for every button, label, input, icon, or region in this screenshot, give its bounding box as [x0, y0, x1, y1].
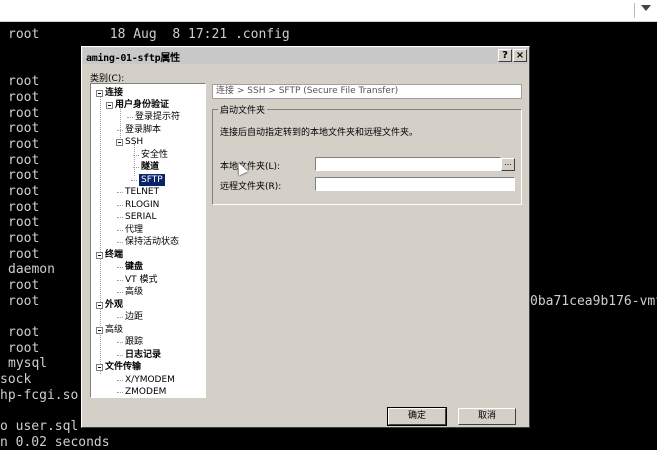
breadcrumb: 连接 > SSH > SFTP (Secure File Transfer): [212, 84, 522, 99]
dialog-title: aming-01-sftp属性: [86, 53, 180, 64]
terminal-line: root: [8, 137, 40, 152]
tree-item[interactable]: 跟踪: [125, 336, 143, 348]
help-button[interactable]: ?: [498, 49, 512, 62]
terminal-line: root: [8, 325, 40, 340]
tree-item[interactable]: X/YMODEM: [125, 374, 175, 386]
tree-item[interactable]: 日志记录: [125, 349, 161, 361]
tree-item[interactable]: 终端: [105, 249, 123, 261]
tree-collapse-icon[interactable]: [96, 302, 103, 309]
terminal-line: root: [8, 231, 40, 246]
terminal-line: root: [8, 106, 40, 121]
tree-item[interactable]: 边距: [125, 311, 143, 323]
tree-item[interactable]: 外观: [105, 299, 123, 311]
tree-item[interactable]: 隧道: [141, 161, 159, 173]
terminal-line: daemon: [8, 262, 55, 277]
terminal-line: 0ba71cea9b176-vmt: [530, 294, 657, 309]
tree-collapse-icon[interactable]: [96, 364, 103, 371]
tree-item[interactable]: 保持活动状态: [125, 236, 179, 248]
tree-item[interactable]: 代理: [125, 224, 143, 236]
terminal-line: root: [8, 200, 40, 215]
dialog-titlebar[interactable]: aming-01-sftp属性 ? ×: [83, 48, 528, 64]
terminal-line: n 0.02 seconds: [0, 435, 110, 450]
tree-item[interactable]: 连接: [105, 87, 123, 99]
tree-collapse-icon[interactable]: [96, 90, 103, 97]
terminal-line: root: [8, 90, 40, 105]
remote-folder-input[interactable]: [315, 177, 515, 191]
close-button[interactable]: ×: [513, 49, 527, 62]
terminal-line: hp-fcgi.so: [0, 388, 79, 403]
terminal-line: root: [8, 74, 40, 89]
cancel-button[interactable]: 取消: [458, 408, 516, 425]
tree-item[interactable]: 登录提示符: [135, 111, 180, 123]
tree-collapse-icon[interactable]: [96, 252, 103, 259]
tree-item[interactable]: SFTP: [139, 174, 165, 186]
tree-item[interactable]: TELNET: [125, 186, 159, 198]
toolbar-separator: [634, 3, 635, 18]
local-folder-label: 本地文件夹(L):: [220, 162, 281, 172]
tree-item[interactable]: ZMODEM: [125, 386, 166, 397]
tree-item[interactable]: 高级: [125, 286, 143, 298]
terminal-line: root: [8, 215, 40, 230]
terminal-line: root: [8, 184, 40, 199]
dropdown-arrow-icon[interactable]: [641, 5, 651, 11]
tree-item[interactable]: RLOGIN: [125, 199, 159, 211]
terminal-line: root: [8, 278, 40, 293]
terminal-line: root: [8, 121, 40, 136]
terminal-line: o user.sql: [0, 419, 79, 434]
group-description: 连接后自动指定转到的本地文件夹和远程文件夹。: [220, 128, 419, 138]
tree-item[interactable]: VT 模式: [125, 274, 158, 286]
terminal-line: root 18 Aug 8 17:21 .config: [8, 27, 290, 42]
tree-item[interactable]: 安全性: [141, 149, 168, 161]
tree-collapse-icon[interactable]: [116, 139, 123, 146]
tree-item[interactable]: 用户身份验证: [115, 99, 169, 111]
tree-item[interactable]: SERIAL: [125, 211, 156, 223]
terminal-line: sock: [0, 372, 32, 387]
browse-button[interactable]: ...: [501, 158, 515, 171]
tree-item[interactable]: 登录脚本: [125, 124, 161, 136]
tree-item[interactable]: 文件传输: [105, 361, 141, 373]
local-folder-input[interactable]: [315, 157, 501, 171]
terminal-line: root: [8, 341, 40, 356]
remote-folder-label: 远程文件夹(R):: [220, 182, 282, 192]
terminal-line: root: [8, 168, 40, 183]
ok-button[interactable]: 确定: [387, 407, 447, 426]
terminal-line: root: [8, 153, 40, 168]
terminal-line: root: [8, 294, 40, 309]
session-properties-dialog: aming-01-sftp属性 ? × 类别(C): 连接 用户身份验证 登录提示符…: [81, 46, 530, 428]
tree-collapse-icon[interactable]: [96, 327, 103, 334]
tree-item[interactable]: 键盘: [125, 261, 143, 273]
top-toolbar: [0, 0, 657, 22]
terminal-line: root: [8, 247, 40, 262]
tree-item[interactable]: SSH: [125, 136, 143, 148]
tree-item[interactable]: 高级: [105, 324, 123, 336]
tree-collapse-icon[interactable]: [106, 102, 113, 109]
terminal-line: mysql: [8, 356, 48, 371]
category-tree[interactable]: 连接 用户身份验证 登录提示符 登录脚本 SSH 安全性 隧道 SFTP TELNET RLOGI…: [90, 83, 206, 398]
group-title: 启动文件夹: [218, 103, 268, 116]
